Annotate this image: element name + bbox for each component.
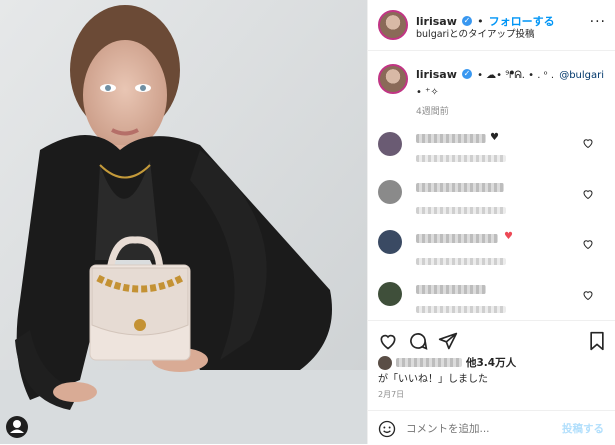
comment-username-blurred[interactable] — [416, 234, 498, 243]
comment-avatar[interactable] — [378, 180, 402, 204]
save-bookmark-icon[interactable] — [588, 331, 606, 351]
comment-bubble-icon[interactable] — [408, 331, 428, 351]
comment-username-blurred[interactable] — [416, 183, 504, 192]
like-comment-heart-icon[interactable] — [582, 289, 594, 301]
liker-username-blurred[interactable] — [396, 358, 462, 367]
caption-timestamp: 4週間前 — [416, 107, 449, 117]
comment-emoji: ♥ — [504, 231, 513, 242]
caption-author-avatar[interactable] — [378, 64, 408, 94]
author-avatar[interactable] — [378, 10, 408, 40]
caption-text: • ☁︎• ⁹ᖰᕱ. • . ᵒ . — [477, 70, 555, 81]
like-comment-heart-icon[interactable] — [582, 188, 594, 200]
more-options-icon[interactable]: ··· — [590, 14, 606, 30]
post-image — [0, 0, 367, 444]
comment-meta-blurred — [416, 207, 506, 214]
comment-composer: 投稿する — [368, 410, 615, 445]
caption-username[interactable]: lirisaw — [416, 68, 457, 81]
post-date[interactable]: 2月7日 — [378, 389, 404, 400]
comment-meta-blurred — [416, 155, 506, 162]
emoji-smile-icon[interactable] — [378, 420, 396, 438]
comment-input[interactable] — [404, 419, 548, 439]
verified-badge-icon: ✓ — [461, 15, 472, 26]
post-header: lirisaw ✓ • フォローする bulgariとのタイアップ投稿 ··· — [368, 0, 615, 51]
post-photo[interactable] — [0, 0, 367, 444]
comment-meta-blurred — [416, 306, 506, 313]
post-actions — [368, 320, 615, 351]
comment-avatar[interactable] — [378, 132, 402, 156]
like-comment-heart-icon[interactable] — [582, 137, 594, 149]
caption-mention[interactable]: @bulgari — [559, 70, 604, 81]
comment-meta-blurred — [416, 258, 506, 265]
like-comment-heart-icon[interactable] — [582, 238, 594, 250]
likes-count[interactable]: 他3.4万人 — [466, 355, 516, 370]
comment-username-blurred[interactable] — [416, 285, 486, 294]
share-paper-plane-icon[interactable] — [438, 331, 458, 351]
likes-label: が「いいね！」しました — [378, 374, 488, 385]
partnership-label[interactable]: bulgariとのタイアップ投稿 — [416, 26, 535, 40]
instagram-post: lirisaw ✓ • フォローする bulgariとのタイアップ投稿 ··· … — [0, 0, 615, 444]
comment-username-blurred[interactable] — [416, 134, 486, 143]
caption-text-2: • ⁺✧ — [416, 87, 439, 98]
post-comment-button[interactable]: 投稿する — [562, 421, 604, 436]
verified-badge-icon: ✓ — [461, 68, 472, 79]
comment-emoji: ♥ — [490, 132, 499, 143]
liker-avatar[interactable] — [378, 356, 392, 370]
comment-avatar[interactable] — [378, 230, 402, 254]
like-heart-icon[interactable] — [378, 331, 398, 351]
caption: lirisaw ✓ • ☁︎• ⁹ᖰᕱ. • . ᵒ . @bulgari • … — [416, 66, 606, 100]
post-side-panel: lirisaw ✓ • フォローする bulgariとのタイアップ投稿 ··· … — [367, 0, 615, 444]
comment-avatar[interactable] — [378, 282, 402, 306]
